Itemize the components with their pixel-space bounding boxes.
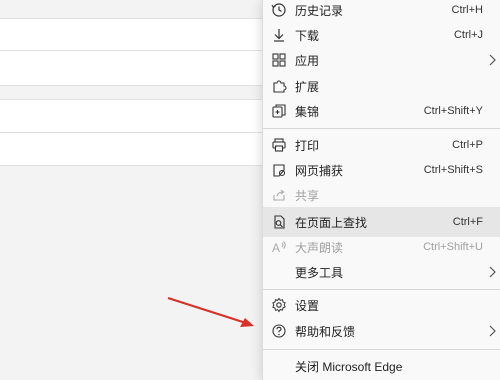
menu-item-more-tools[interactable]: 更多工具 xyxy=(263,258,500,286)
menu-item-label: 帮助和反馈 xyxy=(295,324,356,339)
menu-item-shortcut: Ctrl+J xyxy=(453,29,483,41)
svg-text:A: A xyxy=(272,241,280,255)
menu-item-label: 历史记录 xyxy=(295,3,344,18)
menu-divider xyxy=(263,128,500,129)
settings-menu: 历史记录 Ctrl+H 下载 Ctrl+J 应用 扩展 集锦 Ctrl+Shif… xyxy=(262,0,500,380)
menu-item-extensions[interactable]: 扩展 xyxy=(263,72,500,100)
collections-icon xyxy=(271,103,287,119)
download-icon xyxy=(271,27,287,43)
chevron-right-icon xyxy=(489,54,496,66)
apps-icon xyxy=(271,52,287,68)
menu-item-label: 扩展 xyxy=(295,79,320,94)
web-capture-icon xyxy=(271,162,287,178)
menu-item-web-capture[interactable]: 网页捕获 Ctrl+Shift+S xyxy=(263,156,500,184)
chevron-right-icon xyxy=(489,325,496,337)
find-icon xyxy=(271,214,287,230)
menu-item-label: 大声朗读 xyxy=(295,240,344,255)
menu-item-shortcut: Ctrl+Shift+Y xyxy=(423,105,483,117)
menu-item-label: 设置 xyxy=(295,298,320,313)
annotation-arrow xyxy=(167,296,254,327)
content-row xyxy=(0,132,262,166)
chevron-right-icon xyxy=(489,266,496,278)
menu-divider xyxy=(263,349,500,350)
menu-item-close-edge[interactable]: 关闭 Microsoft Edge xyxy=(263,352,500,380)
menu-item-shortcut: Ctrl+F xyxy=(452,216,483,228)
extensions-icon xyxy=(271,78,287,94)
menu-item-label: 网页捕获 xyxy=(295,163,344,178)
menu-item-label: 下载 xyxy=(295,28,320,43)
menu-item-read-aloud: A 大声朗读 Ctrl+Shift+U xyxy=(263,233,500,261)
share-icon xyxy=(271,187,287,203)
menu-item-help-feedback[interactable]: 帮助和反馈 xyxy=(263,317,500,345)
menu-item-shortcut: Ctrl+Shift+S xyxy=(423,164,483,176)
menu-item-shortcut: Ctrl+H xyxy=(451,4,483,16)
content-row xyxy=(0,18,262,52)
read-aloud-icon: A xyxy=(271,239,287,255)
menu-item-label: 在页面上查找 xyxy=(295,215,368,230)
menu-item-settings[interactable]: 设置 xyxy=(263,291,500,319)
menu-item-label: 共享 xyxy=(295,188,320,203)
content-row xyxy=(0,99,262,134)
print-icon xyxy=(271,137,287,153)
menu-item-apps[interactable]: 应用 xyxy=(263,46,500,74)
menu-item-label: 集锦 xyxy=(295,104,320,119)
menu-item-share: 共享 xyxy=(263,181,500,209)
menu-item-label: 应用 xyxy=(295,53,320,68)
menu-item-collections[interactable]: 集锦 Ctrl+Shift+Y xyxy=(263,97,500,125)
settings-icon xyxy=(271,297,287,313)
help-icon xyxy=(271,323,287,339)
menu-item-print[interactable]: 打印 Ctrl+P xyxy=(263,131,500,159)
menu-item-label: 关闭 Microsoft Edge xyxy=(295,359,403,374)
menu-divider xyxy=(263,289,500,290)
menu-item-shortcut: Ctrl+Shift+U xyxy=(423,241,483,253)
menu-item-label: 更多工具 xyxy=(295,265,344,280)
menu-item-label: 打印 xyxy=(295,138,320,153)
content-row xyxy=(0,50,262,86)
menu-item-downloads[interactable]: 下载 Ctrl+J xyxy=(263,21,500,49)
menu-item-shortcut: Ctrl+P xyxy=(452,139,483,151)
history-icon xyxy=(271,2,287,18)
